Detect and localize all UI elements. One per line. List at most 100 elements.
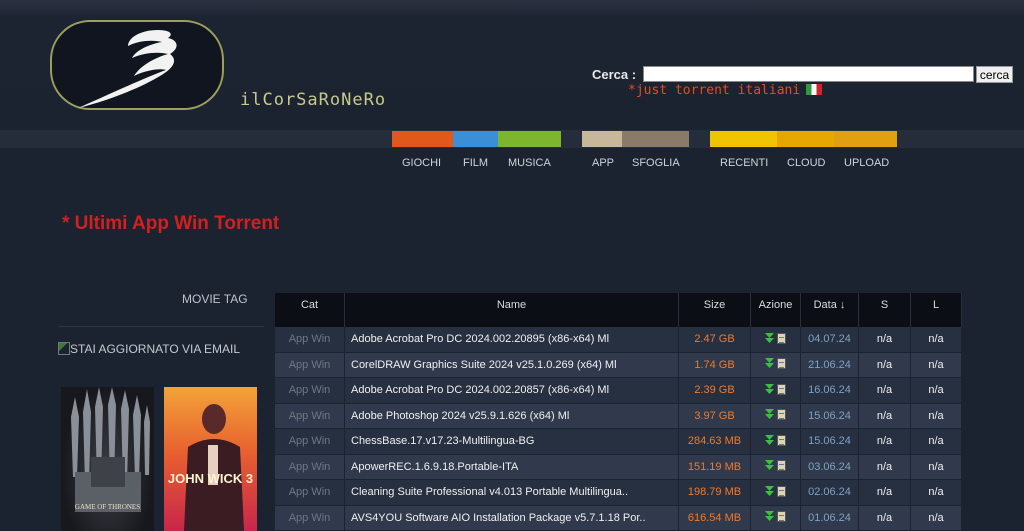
cell-leechers: n/a — [911, 352, 962, 378]
cell-seeders: n/a — [859, 352, 911, 378]
torrent-table: Cat Name Size Azione Data ↓ S L App Win A… — [275, 293, 962, 531]
cell-leechers: n/a — [911, 454, 962, 480]
cell-name-link[interactable]: Adobe Acrobat Pro DC 2024.002.20895 (x86… — [345, 327, 679, 353]
details-page-icon[interactable] — [777, 383, 786, 395]
table-row[interactable]: App Win AVS4YOU Software AIO Installation… — [275, 505, 962, 531]
nav-item-sfoglia[interactable]: SFOGLIA — [632, 157, 680, 169]
download-arrow-icon[interactable] — [765, 485, 774, 497]
table-row[interactable]: App Win ChessBase.17.v17.23-Multilingua-B… — [275, 429, 962, 455]
cell-size: 151.19 MB — [679, 454, 751, 480]
cell-seeders: n/a — [859, 505, 911, 531]
broken-image-icon — [58, 342, 70, 355]
cell-category[interactable]: App Win — [275, 327, 345, 353]
col-header-leechers[interactable]: L — [911, 293, 962, 327]
col-header-name[interactable]: Name — [345, 293, 679, 327]
nav-item-film[interactable]: FILM — [463, 157, 488, 169]
page-title: * Ultimi App Win Torrent — [62, 213, 280, 234]
cell-leechers: n/a — [911, 429, 962, 455]
cell-date: 04.07.24 — [801, 327, 859, 353]
cell-date: 01.06.24 — [801, 505, 859, 531]
cell-leechers: n/a — [911, 480, 962, 506]
cell-name-link[interactable]: Adobe Acrobat Pro DC 2024.002.20857 (x86… — [345, 378, 679, 404]
cell-size: 198.79 MB — [679, 480, 751, 506]
cell-seeders: n/a — [859, 480, 911, 506]
nav-bar-giochi — [392, 131, 453, 147]
table-row[interactable]: App Win ApowerREC.1.6.9.18.Portable-ITA 15… — [275, 454, 962, 480]
cell-actions — [751, 454, 801, 480]
cell-category[interactable]: App Win — [275, 480, 345, 506]
cell-size: 2.47 GB — [679, 327, 751, 353]
site-logo[interactable] — [50, 20, 224, 110]
cell-category[interactable]: App Win — [275, 454, 345, 480]
download-arrow-icon[interactable] — [765, 511, 774, 522]
col-header-azione: Azione — [751, 293, 801, 327]
download-arrow-icon[interactable] — [765, 358, 774, 369]
col-header-data[interactable]: Data ↓ — [801, 293, 859, 327]
download-arrow-icon[interactable] — [765, 460, 774, 471]
search-input[interactable] — [643, 66, 974, 82]
cell-actions — [751, 403, 801, 429]
nav-item-giochi[interactable]: GIOCHI — [402, 157, 441, 169]
details-page-icon[interactable] — [777, 485, 786, 497]
nav-bar-sfoglia — [622, 131, 689, 147]
nav-item-musica[interactable]: MUSICA — [508, 157, 551, 169]
download-arrow-icon[interactable] — [765, 409, 774, 420]
details-page-icon[interactable] — [777, 460, 786, 472]
cell-seeders: n/a — [859, 378, 911, 404]
email-subscribe-link[interactable]: STAI AGGIORNATO VIA EMAIL — [58, 342, 240, 356]
details-page-icon[interactable] — [777, 358, 786, 370]
table-row[interactable]: App Win Adobe Acrobat Pro DC 2024.002.208… — [275, 327, 962, 353]
cell-actions — [751, 327, 801, 353]
cell-name-link[interactable]: ApowerREC.1.6.9.18.Portable-ITA — [345, 454, 679, 480]
nav-item-recenti[interactable]: RECENTI — [720, 157, 768, 169]
table-row[interactable]: App Win Adobe Acrobat Pro DC 2024.002.208… — [275, 378, 962, 404]
table-row[interactable]: App Win Cleaning Suite Professional v4.01… — [275, 480, 962, 506]
cell-category[interactable]: App Win — [275, 403, 345, 429]
cell-date: 16.06.24 — [801, 378, 859, 404]
cell-name-link[interactable]: ChessBase.17.v17.23-Multilingua-BG — [345, 429, 679, 455]
cell-actions — [751, 480, 801, 506]
cell-category[interactable]: App Win — [275, 352, 345, 378]
nav-item-upload[interactable]: UPLOAD — [844, 157, 889, 169]
poster-john-wick[interactable]: JOHN WICK 3 — [164, 387, 257, 531]
cell-date: 15.06.24 — [801, 429, 859, 455]
nav-bar-recenti — [710, 131, 777, 147]
table-row[interactable]: App Win Adobe Photoshop 2024 v25.9.1.626 … — [275, 403, 962, 429]
col-header-size[interactable]: Size — [679, 293, 751, 327]
cell-category[interactable]: App Win — [275, 505, 345, 531]
col-header-seeders[interactable]: S — [859, 293, 911, 327]
table-row[interactable]: App Win CorelDRAW Graphics Suite 2024 v25… — [275, 352, 962, 378]
table-body: App Win Adobe Acrobat Pro DC 2024.002.208… — [275, 327, 962, 531]
cell-seeders: n/a — [859, 327, 911, 353]
cell-category[interactable]: App Win — [275, 429, 345, 455]
logo-emblem-icon — [78, 30, 177, 108]
nav-item-app[interactable]: APP — [592, 157, 614, 169]
search-button[interactable]: cerca — [976, 66, 1013, 83]
details-page-icon[interactable] — [777, 409, 786, 421]
cell-name-link[interactable]: Adobe Photoshop 2024 v25.9.1.626 (x64) M… — [345, 403, 679, 429]
site-name: ilCorSaRoNeRo — [240, 90, 387, 110]
cell-date: 02.06.24 — [801, 480, 859, 506]
cell-name-link[interactable]: Cleaning Suite Professional v4.013 Porta… — [345, 480, 679, 506]
nav-item-cloud[interactable]: CLOUD — [787, 157, 826, 169]
details-page-icon[interactable] — [777, 511, 786, 523]
cell-actions — [751, 429, 801, 455]
cell-actions — [751, 505, 801, 531]
italy-flag-icon — [806, 84, 823, 95]
download-arrow-icon[interactable] — [765, 383, 774, 395]
cell-seeders: n/a — [859, 429, 911, 455]
poster-game-of-thrones[interactable]: GAME OF THRONES — [61, 387, 154, 531]
details-page-icon[interactable] — [777, 332, 786, 344]
download-arrow-icon[interactable] — [765, 332, 774, 344]
cell-name-link[interactable]: AVS4YOU Software AIO Installation Packag… — [345, 505, 679, 531]
cell-name-link[interactable]: CorelDRAW Graphics Suite 2024 v25.1.0.26… — [345, 352, 679, 378]
cell-size: 1.74 GB — [679, 352, 751, 378]
john-wick-figure-image — [184, 404, 244, 531]
poster-got-caption: GAME OF THRONES — [74, 503, 141, 511]
details-page-icon[interactable] — [777, 434, 786, 446]
cell-size: 2.39 GB — [679, 378, 751, 404]
download-arrow-icon[interactable] — [765, 434, 774, 446]
nav-bar-film — [453, 131, 498, 147]
col-header-cat[interactable]: Cat — [275, 293, 345, 327]
cell-category[interactable]: App Win — [275, 378, 345, 404]
